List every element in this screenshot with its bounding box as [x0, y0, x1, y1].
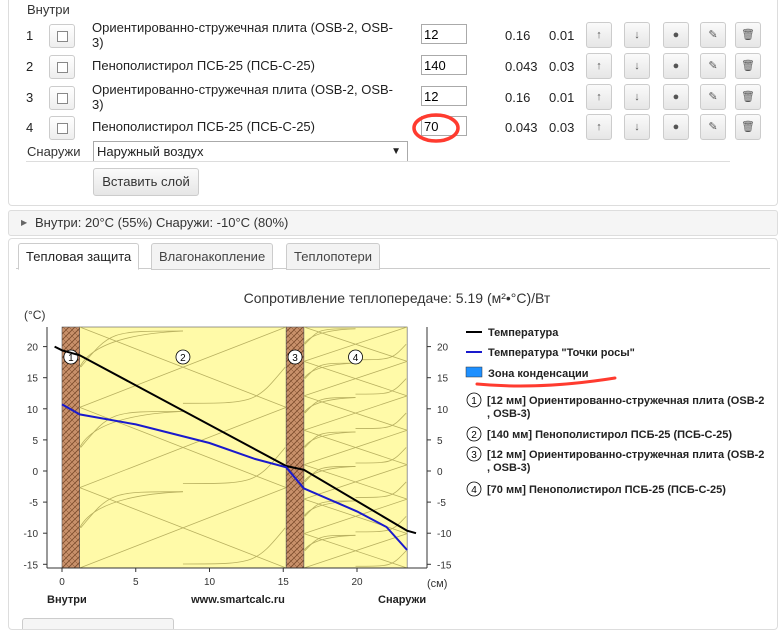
layer-number: 3	[26, 90, 34, 105]
layer-mu: 0.01	[549, 28, 575, 43]
arrow-up-button[interactable]: ↑	[586, 22, 612, 48]
arrow-down-button[interactable]: ↓	[624, 84, 650, 110]
arrow-up-button[interactable]: ↑	[586, 114, 612, 140]
layer-thickness-input[interactable]	[421, 24, 467, 44]
layer-checkbox[interactable]	[49, 86, 75, 110]
tab-heat-loss[interactable]: Теплопотери	[286, 243, 380, 270]
arrow-down-button[interactable]: ↓	[624, 53, 650, 79]
conditions-summary: Внутри: 20°C (55%) Снаружи: -10°C (80%)	[35, 215, 289, 230]
dot-button[interactable]: ●	[663, 114, 689, 140]
layer-material: Пенополистирол ПСБ-25 (ПСБ-С-25)	[92, 119, 315, 134]
pencil-button[interactable]: ✎	[700, 22, 726, 48]
layer-row: 3 Ориентированно-стружечная плита (OSB-2,…	[8, 82, 768, 112]
divider	[26, 161, 730, 162]
trash-button[interactable]: 🗑	[735, 84, 761, 110]
layer-number: 2	[26, 59, 34, 74]
layer-row: 4 Пенополистирол ПСБ-25 (ПСБ-С-25) 0.043 0.…	[8, 112, 768, 142]
arrow-up-button[interactable]: ↑	[586, 84, 612, 110]
pencil-button[interactable]: ✎	[700, 114, 726, 140]
arrow-up-button[interactable]: ↑	[586, 53, 612, 79]
layer-mu: 0.03	[549, 59, 575, 74]
add-layer-button[interactable]: Вставить слой	[93, 168, 199, 196]
layer-thickness-input[interactable]	[421, 86, 467, 106]
layer-mu: 0.03	[549, 120, 575, 135]
layer-checkbox[interactable]	[49, 24, 75, 48]
layer-row: 2 Пенополистирол ПСБ-25 (ПСБ-С-25) 0.043 0.…	[8, 51, 768, 81]
layer-row: 1 Ориентированно-стружечная плита (OSB-2,…	[8, 20, 768, 50]
layer-lambda: 0.043	[505, 120, 538, 135]
layer-checkbox[interactable]	[49, 55, 75, 79]
outside-select-value: Наружный воздух	[97, 144, 204, 159]
pencil-button[interactable]: ✎	[700, 53, 726, 79]
outside-select[interactable]: Наружный воздух ▼	[93, 141, 408, 162]
pencil-button[interactable]: ✎	[700, 84, 726, 110]
dot-button[interactable]: ●	[663, 22, 689, 48]
tab-moisture[interactable]: Влагонакопление	[151, 243, 274, 270]
layer-checkbox[interactable]	[49, 116, 75, 140]
arrow-down-button[interactable]: ↓	[624, 114, 650, 140]
layer-lambda: 0.16	[505, 28, 531, 43]
layer-lambda: 0.043	[505, 59, 538, 74]
chevron-down-icon: ▼	[391, 146, 401, 157]
tab-thermal-protection[interactable]: Тепловая защита	[18, 243, 140, 270]
conditions-toggle[interactable]: ▶ Внутри: 20°C (55%) Снаружи: -10°C (80%…	[8, 210, 778, 236]
layer-mu: 0.01	[549, 90, 575, 105]
caret-right-icon: ▶	[21, 218, 28, 227]
layer-thickness-input[interactable]	[421, 116, 467, 136]
results-panel	[8, 238, 778, 630]
outside-label: Снаружи	[27, 144, 81, 159]
dot-button[interactable]: ●	[663, 53, 689, 79]
layer-material: Пенополистирол ПСБ-25 (ПСБ-С-25)	[92, 58, 315, 73]
layer-material: Ориентированно-стружечная плита (OSB-2, …	[92, 82, 393, 112]
layer-number: 4	[26, 120, 34, 135]
layer-number: 1	[26, 28, 34, 43]
layer-thickness-input[interactable]	[421, 55, 467, 75]
inside-label: Внутри	[27, 2, 70, 17]
layer-material: Ориентированно-стружечная плита (OSB-2, …	[92, 20, 393, 50]
trash-button[interactable]: 🗑	[735, 53, 761, 79]
arrow-down-button[interactable]: ↓	[624, 22, 650, 48]
trash-button[interactable]: 🗑	[735, 22, 761, 48]
trash-button[interactable]: 🗑	[735, 114, 761, 140]
layer-lambda: 0.16	[505, 90, 531, 105]
dot-button[interactable]: ●	[663, 84, 689, 110]
